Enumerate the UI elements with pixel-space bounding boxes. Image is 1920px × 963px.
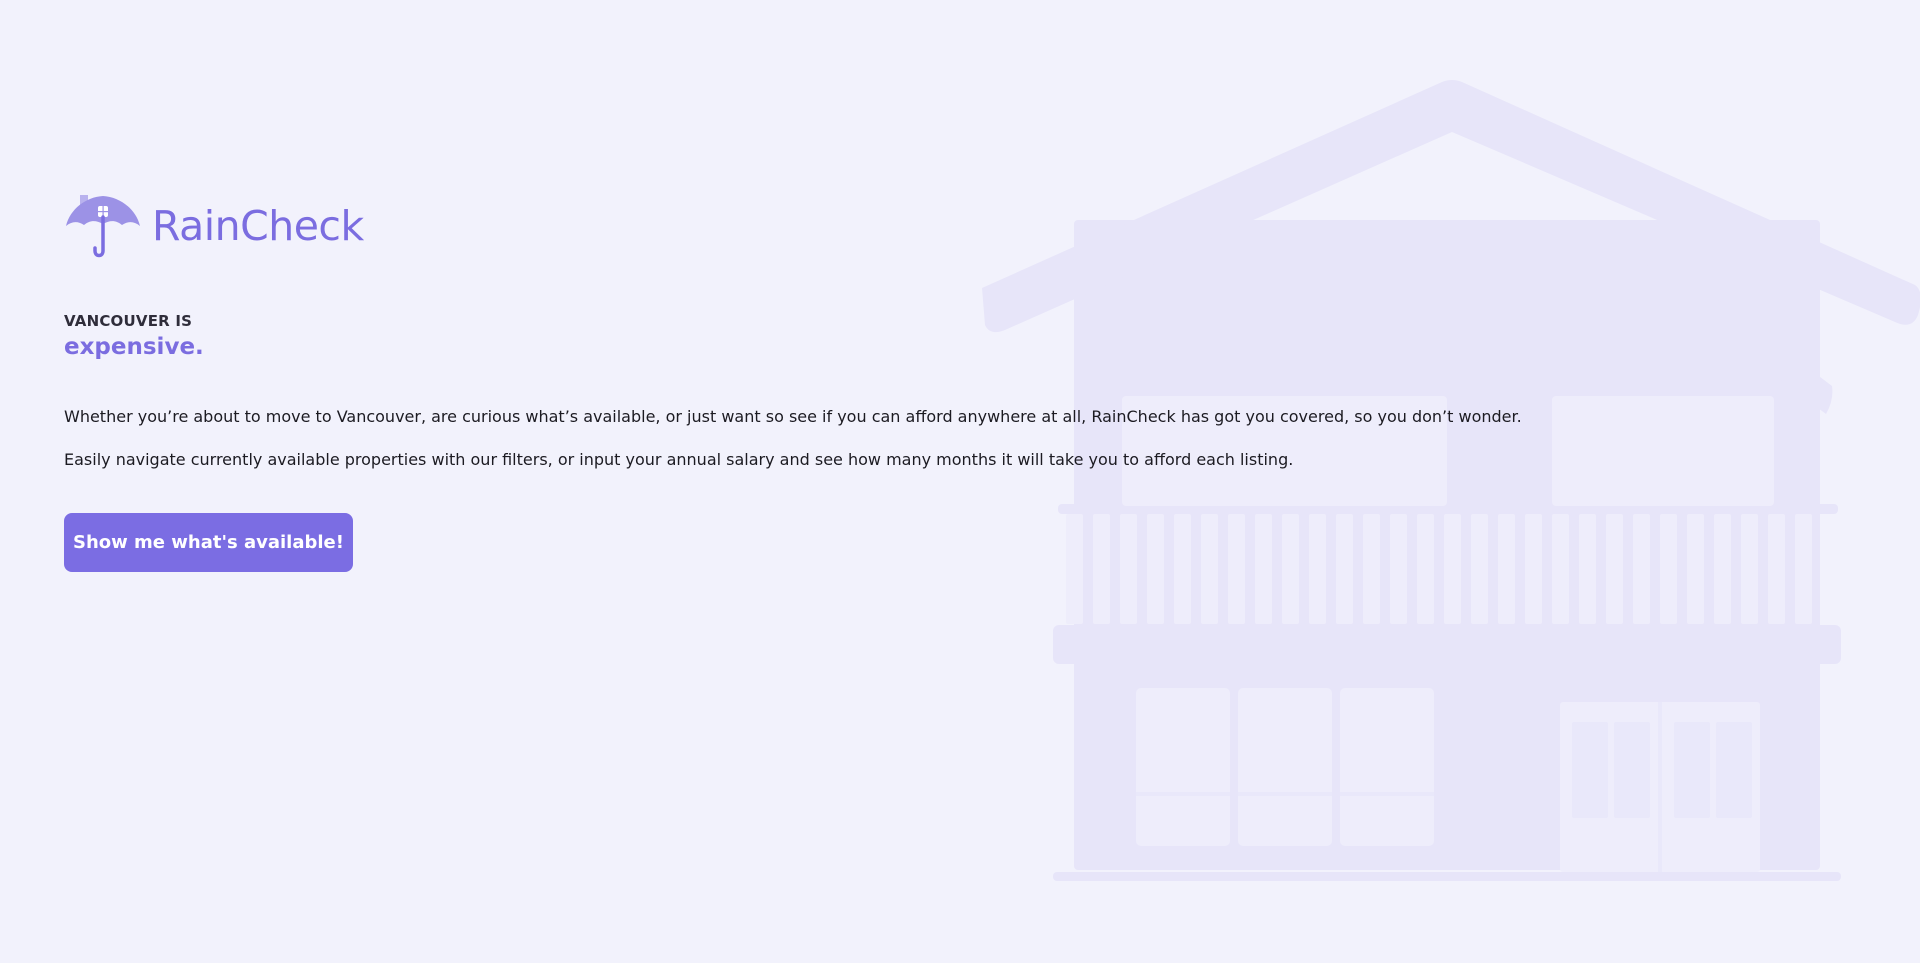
features-paragraph: Easily navigate currently available prop…: [64, 450, 1294, 469]
brand[interactable]: RainCheck: [64, 190, 1564, 262]
brand-name: RainCheck: [152, 201, 364, 250]
hero-section: RainCheck VANCOUVER IS expensive. Whethe…: [64, 190, 1564, 572]
intro-paragraph: Whether you’re about to move to Vancouve…: [64, 407, 1522, 426]
show-available-button[interactable]: Show me what's available!: [64, 513, 353, 572]
landing-page: RainCheck VANCOUVER IS expensive. Whethe…: [0, 0, 1920, 963]
tagline-top: VANCOUVER IS: [64, 312, 193, 330]
umbrella-house-icon: [66, 195, 140, 258]
tagline-accent: expensive.: [64, 334, 204, 360]
